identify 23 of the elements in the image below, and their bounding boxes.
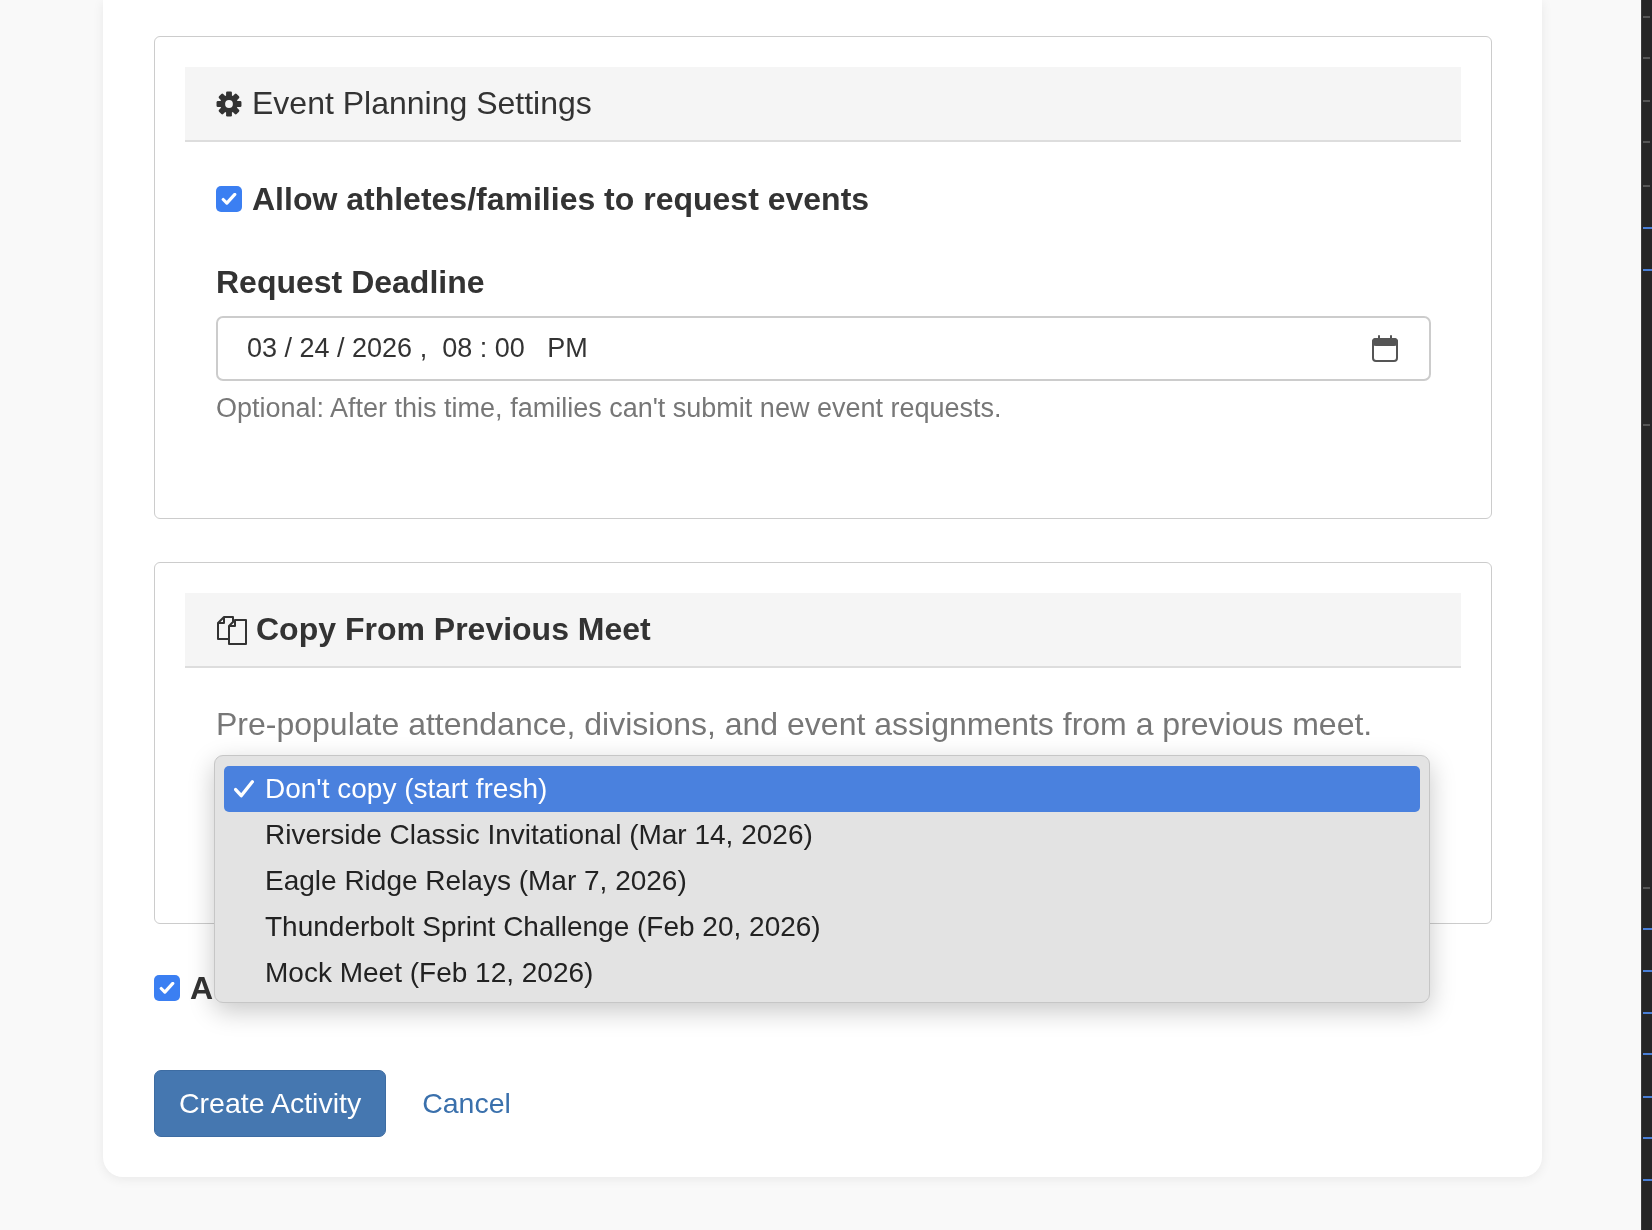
copy-icon [216, 613, 248, 646]
panel-description: Pre-populate attendance, divisions, and event assignments from a previous meet. [216, 706, 1374, 742]
checkmark-icon [234, 779, 254, 799]
field-label: Request Deadline [216, 264, 486, 300]
dropdown-option[interactable]: Don't copy (start fresh) [224, 766, 1420, 812]
datetime-field[interactable]: 03 / 24 / 2026 , 08 : 00 PM [216, 316, 1431, 381]
gear-icon [216, 90, 242, 117]
dropdown-option[interactable]: Riverside Classic Invitational (Mar 14, 2026) [224, 812, 1420, 858]
checkmark-icon [159, 981, 175, 995]
checkbox[interactable] [154, 975, 180, 1001]
panel-title: Event Planning Settings [252, 85, 592, 122]
dropdown-option[interactable]: Eagle Ridge Relays (Mar 7, 2026) [224, 858, 1420, 904]
dropdown-option[interactable]: Mock Meet (Feb 12, 2026) [224, 950, 1420, 996]
checkmark-icon [221, 192, 237, 206]
checkbox-label: A [190, 970, 214, 1006]
checkbox[interactable] [216, 186, 242, 212]
create-activity-button[interactable]: Create Activity [154, 1070, 387, 1137]
help-text: Optional: After this time, families can't submit new event requests. [216, 393, 1003, 423]
checkbox-label: Allow athletes/families to request events [252, 181, 870, 217]
panel-title: Copy From Previous Meet [256, 611, 651, 648]
cancel-link[interactable]: Cancel [422, 1087, 511, 1120]
calendar-icon[interactable] [1371, 334, 1399, 363]
dropdown-option[interactable]: Thunderbolt Sprint Challenge (Feb 20, 2026) [224, 904, 1420, 950]
